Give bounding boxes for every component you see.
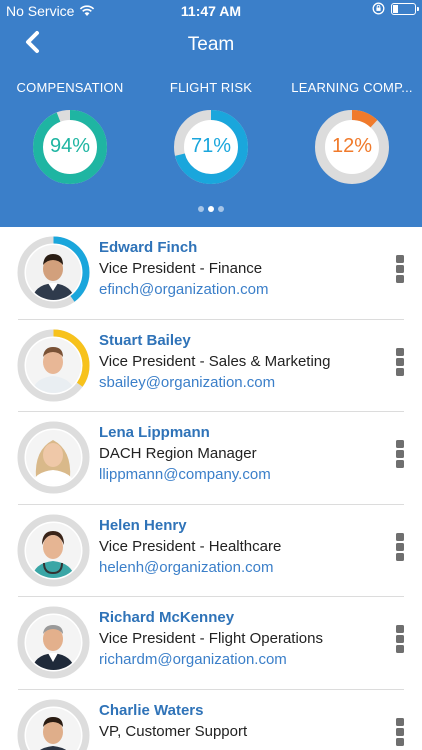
more-options-icon[interactable] [396, 255, 406, 287]
header: No Service 11:47 AM Team COMPENSATION 94… [0, 0, 422, 227]
page-indicator[interactable] [0, 206, 422, 212]
team-member-row[interactable]: Helen Henry Vice President - Healthcare … [0, 505, 422, 598]
member-email-link[interactable]: richardm@organization.com [99, 651, 287, 668]
nav-bar: Team [0, 22, 422, 66]
more-options-icon[interactable] [396, 717, 406, 750]
team-member-row[interactable]: Stuart Bailey Vice President - Sales & M… [0, 320, 422, 413]
member-role: Vice President - Healthcare [99, 537, 282, 555]
metric-learning-compliance[interactable]: LEARNING COMP... 12% [282, 80, 422, 184]
orientation-lock-icon [372, 2, 385, 15]
avatar-progress-ring [17, 421, 90, 494]
member-name[interactable]: Lena Lippmann [99, 424, 210, 441]
avatar [26, 245, 81, 300]
avatar [26, 337, 81, 393]
member-name[interactable]: Stuart Bailey [99, 332, 191, 349]
metric-flight-risk[interactable]: FLIGHT RISK 71% [141, 80, 281, 184]
compensation-gauge[interactable]: 94% [33, 110, 107, 184]
page-dot[interactable] [208, 206, 214, 212]
status-bar: No Service 11:47 AM [0, 0, 422, 22]
member-role: VP, Customer Support [99, 722, 248, 740]
avatar-progress-ring [17, 606, 90, 679]
team-member-row[interactable]: Lena Lippmann DACH Region Manager llippm… [0, 412, 422, 505]
member-role: Vice President - Flight Operations [99, 630, 323, 647]
learning-compliance-gauge[interactable]: 12% [315, 110, 389, 184]
member-email-link[interactable]: helenh@organization.com [99, 559, 274, 576]
member-name[interactable]: Edward Finch [99, 239, 197, 256]
gauge-value: 12% [331, 135, 373, 157]
metric-label: COMPENSATION [16, 80, 124, 95]
member-email-link[interactable]: sbailey@organization.com [99, 374, 275, 391]
avatar [26, 522, 81, 578]
page-dot[interactable] [198, 206, 204, 212]
member-name[interactable]: Helen Henry [99, 517, 187, 534]
member-role: Vice President - Finance [99, 260, 263, 277]
team-member-row[interactable]: Charlie Waters VP, Customer Support [0, 690, 422, 750]
status-time: 11:47 AM [180, 3, 242, 19]
more-options-icon[interactable] [396, 440, 406, 472]
page-dot[interactable] [218, 206, 224, 212]
avatar-progress-ring [17, 699, 90, 750]
avatar [26, 615, 81, 670]
avatar-progress-ring [17, 329, 90, 402]
gauge-value: 94% [49, 135, 91, 157]
team-list[interactable]: Edward Finch Vice President - Finance ef… [0, 227, 422, 750]
team-member-row[interactable]: Edward Finch Vice President - Finance ef… [0, 227, 422, 320]
page-title: Team [187, 34, 235, 55]
member-role: DACH Region Manager [99, 445, 257, 462]
metric-label: FLIGHT RISK [169, 80, 253, 95]
more-options-icon[interactable] [396, 347, 406, 380]
team-member-row[interactable]: Richard McKenney Vice President - Flight… [0, 597, 422, 690]
battery-icon [391, 2, 419, 15]
member-name[interactable]: Charlie Waters [99, 702, 203, 719]
more-options-icon[interactable] [396, 532, 406, 565]
more-options-icon[interactable] [396, 625, 406, 657]
avatar-progress-ring [17, 514, 90, 587]
avatar [26, 430, 81, 485]
member-email-link[interactable]: efinch@organization.com [99, 281, 268, 298]
member-role: Vice President - Sales & Marketing [99, 352, 331, 370]
gauge-value: 71% [190, 135, 232, 157]
metrics-carousel[interactable]: COMPENSATION 94% FLIGHT RISK 71% LEARNIN… [0, 80, 422, 190]
member-email-link[interactable]: llippmann@company.com [99, 466, 271, 483]
flight-risk-gauge[interactable]: 71% [174, 110, 248, 184]
metric-label: LEARNING COMP... [291, 80, 413, 95]
member-name[interactable]: Richard McKenney [99, 609, 234, 626]
avatar-progress-ring [17, 236, 90, 309]
metric-compensation[interactable]: COMPENSATION 94% [0, 80, 140, 184]
